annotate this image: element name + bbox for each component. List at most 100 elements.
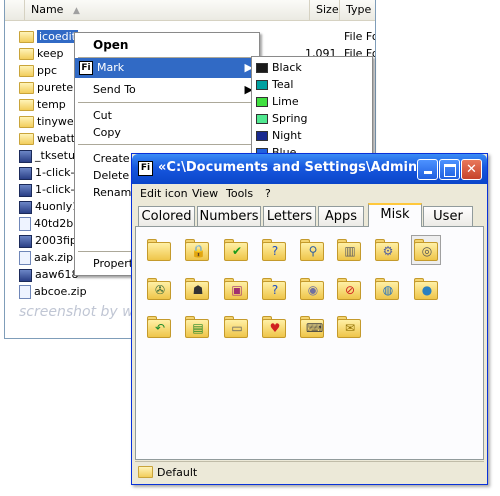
maximize-button[interactable] <box>439 159 460 180</box>
submenu-item-black[interactable]: Black <box>256 59 302 76</box>
menu-tools[interactable]: Tools <box>226 187 253 200</box>
disk-folder-icon[interactable]: ◎ <box>411 235 441 265</box>
folder-icon <box>19 99 34 111</box>
file-name: aaw618 <box>35 268 79 281</box>
submenu-item-label: Black <box>272 61 302 74</box>
file-row[interactable]: 2003fip <box>19 233 77 249</box>
menu-edit-icon[interactable]: Edit icon <box>140 187 188 200</box>
menu-item-mark[interactable]: Fi Mark ▶ <box>75 58 259 78</box>
close-button[interactable]: ✕ <box>461 159 482 180</box>
menu-view[interactable]: View <box>192 187 218 200</box>
image-folder-icon[interactable]: ▣ <box>222 275 250 303</box>
file-row[interactable]: temp <box>19 97 66 113</box>
file-row[interactable]: webatt <box>19 131 75 147</box>
cd-folder-icon[interactable]: ◉ <box>298 275 326 303</box>
icon-glyph: ▣ <box>231 283 243 297</box>
file-row[interactable]: purete> <box>19 80 82 96</box>
file-row[interactable]: ppc <box>19 63 57 79</box>
lock-folder-icon[interactable]: 🔒 <box>183 236 211 264</box>
size-column-header[interactable]: Size <box>310 0 340 20</box>
submenu-item-teal[interactable]: Teal <box>256 76 293 93</box>
file-row[interactable]: icoedit <box>19 29 78 45</box>
submenu-item-spring[interactable]: Spring <box>256 110 308 127</box>
tab-user[interactable]: User <box>423 206 473 226</box>
app-icon: Fi <box>138 161 153 176</box>
file-name: 40td2b <box>34 217 74 230</box>
tab-colored[interactable]: Colored <box>138 206 195 226</box>
menu-item-copy[interactable]: Copy <box>75 123 259 143</box>
menu-separator <box>78 102 256 103</box>
file-row[interactable]: tinyweb <box>19 114 81 130</box>
drive-folder-icon[interactable]: ▭ <box>222 313 250 341</box>
file-row[interactable]: 40td2b <box>19 216 73 232</box>
menu-item-send-to[interactable]: Send To ▶ <box>75 80 259 100</box>
submenu-item-label: Teal <box>272 78 294 91</box>
window-title: «C:\Documents and Settings\Administr... <box>158 160 416 175</box>
menu-item-rename-label: Renam <box>93 186 132 199</box>
database-folder-icon[interactable]: ▥ <box>335 236 363 264</box>
tab-numbers[interactable]: Numbers <box>197 206 261 226</box>
icon-glyph: ● <box>421 283 433 297</box>
icon-glyph: ◎ <box>421 244 433 258</box>
file-name: aak.zip <box>34 251 74 264</box>
icon-glyph: ▤ <box>192 321 204 335</box>
submenu-item-night[interactable]: Night <box>256 127 302 144</box>
minimize-button[interactable] <box>417 159 438 180</box>
name-column-label: Name <box>31 3 64 16</box>
file-name: temp <box>37 98 66 111</box>
world-folder-icon[interactable]: ● <box>412 275 440 303</box>
file-icon <box>19 251 31 265</box>
submenu-item-lime[interactable]: Lime <box>256 93 299 110</box>
sort-ascending-icon: ▲ <box>72 6 80 16</box>
file-name: 2003fip <box>35 234 77 247</box>
file-row[interactable]: keep <box>19 46 64 62</box>
file-row[interactable]: aaw618 <box>19 267 78 283</box>
gear-folder-icon[interactable]: ⚙ <box>373 236 401 264</box>
icon-glyph: ? <box>271 244 279 258</box>
minimize-icon <box>423 171 432 174</box>
icon-glyph: ✔ <box>231 244 243 258</box>
submenu-item-label: Night <box>272 129 302 142</box>
folder-body-shape <box>147 242 171 261</box>
help-folder-icon[interactable]: ? <box>260 236 288 264</box>
tools-folder-icon[interactable]: ✇ <box>145 275 173 303</box>
title-bar[interactable]: Fi «C:\Documents and Settings\Administr.… <box>132 154 487 184</box>
heart-folder-icon[interactable]: ♥ <box>260 313 288 341</box>
program-icon <box>19 183 32 197</box>
file-name: 4uonly1 <box>35 200 80 213</box>
menu-bar: Edit icon View Tools ? <box>135 184 484 204</box>
search-folder-icon[interactable]: ⚲ <box>298 236 326 264</box>
spy-folder-icon[interactable]: ☗ <box>183 275 211 303</box>
color-folder-icon <box>256 97 268 107</box>
file-row[interactable]: 4uonly1 <box>19 199 79 215</box>
name-column-header[interactable]: Name ▲ <box>25 0 310 20</box>
plain-folder-icon[interactable] <box>145 236 173 264</box>
tab-misk[interactable]: Misk <box>368 203 422 227</box>
menu-item-open[interactable]: Open <box>75 35 259 55</box>
type-column-header[interactable]: Type <box>340 0 375 20</box>
color-folder-icon <box>256 63 268 73</box>
tab-letters[interactable]: Letters <box>263 206 316 226</box>
menu-help[interactable]: ? <box>265 187 271 200</box>
icon-editor-window: Fi «C:\Documents and Settings\Administr.… <box>131 153 488 485</box>
file-row[interactable]: _tksetu <box>19 148 75 164</box>
mail-folder-icon[interactable]: ✉ <box>335 313 363 341</box>
icon-glyph: ☗ <box>192 283 204 297</box>
icon-glyph: ⚲ <box>308 244 318 258</box>
keyboard-folder-icon[interactable]: ⌨ <box>298 313 326 341</box>
status-folder-icon <box>138 466 153 478</box>
globe-folder-icon[interactable]: ◍ <box>373 275 401 303</box>
file-row[interactable]: 1-click-r <box>19 165 79 181</box>
menu-item-open-label: Open <box>93 38 129 52</box>
file-row[interactable]: abcoe.zip <box>19 284 87 300</box>
icon-glyph: 🔒 <box>191 244 206 258</box>
question-folder-icon[interactable]: ? <box>260 275 288 303</box>
check-folder-icon[interactable]: ✔ <box>222 236 250 264</box>
file-name: keep <box>37 47 64 60</box>
back-arrow-folder-icon[interactable]: ↶ <box>145 313 173 341</box>
chip-folder-icon[interactable]: ▤ <box>183 313 211 341</box>
stop-folder-icon[interactable]: ⊘ <box>335 275 363 303</box>
file-row[interactable]: aak.zip <box>19 250 73 266</box>
tab-apps[interactable]: Apps <box>318 206 364 226</box>
file-row[interactable]: 1-click-t <box>19 182 79 198</box>
